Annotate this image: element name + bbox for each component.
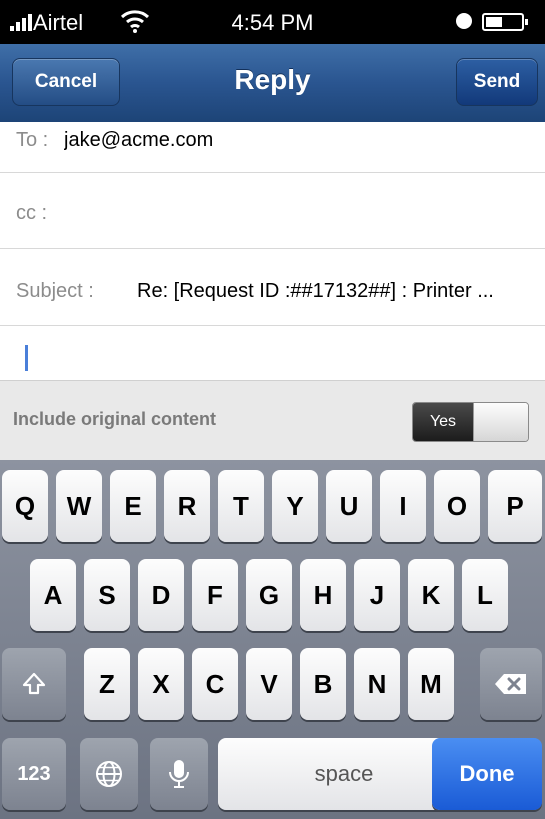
key-e[interactable]: E xyxy=(110,470,156,542)
shift-key[interactable] xyxy=(2,648,66,720)
toggle-on-label: Yes xyxy=(413,403,473,441)
status-bar: Airtel 4:54 PM xyxy=(0,0,545,44)
cc-label: cc : xyxy=(16,202,48,224)
key-k[interactable]: K xyxy=(408,559,454,631)
key-o[interactable]: O xyxy=(434,470,480,542)
shift-icon xyxy=(22,672,46,695)
microphone-icon xyxy=(169,760,189,788)
include-original-row: Include original content Yes xyxy=(0,380,545,461)
key-s[interactable]: S xyxy=(84,559,130,631)
include-original-toggle[interactable]: Yes xyxy=(412,402,529,442)
key-t[interactable]: T xyxy=(218,470,264,542)
key-z[interactable]: Z xyxy=(84,648,130,720)
key-x[interactable]: X xyxy=(138,648,184,720)
key-a[interactable]: A xyxy=(30,559,76,631)
numbers-key[interactable]: 123 xyxy=(2,738,66,810)
key-l[interactable]: L xyxy=(462,559,508,631)
key-m[interactable]: M xyxy=(408,648,454,720)
battery-icon xyxy=(482,13,528,31)
backspace-key[interactable] xyxy=(480,648,542,720)
key-n[interactable]: N xyxy=(354,648,400,720)
to-field[interactable]: To : jake@acme.com xyxy=(0,122,545,173)
globe-key[interactable] xyxy=(80,738,138,810)
key-v[interactable]: V xyxy=(246,648,292,720)
send-button[interactable]: Send xyxy=(456,58,538,106)
key-i[interactable]: I xyxy=(380,470,426,542)
key-d[interactable]: D xyxy=(138,559,184,631)
subject-label: Subject : xyxy=(16,280,94,302)
key-g[interactable]: G xyxy=(246,559,292,631)
globe-icon xyxy=(96,761,122,787)
subject-value[interactable]: Re: [Request ID :##17132##] : Printer ..… xyxy=(137,280,543,303)
key-b[interactable]: B xyxy=(300,648,346,720)
message-body[interactable] xyxy=(0,326,545,380)
to-label: To : xyxy=(16,129,49,151)
key-r[interactable]: R xyxy=(164,470,210,542)
nav-bar: Cancel Reply Send xyxy=(0,44,545,123)
key-j[interactable]: J xyxy=(354,559,400,631)
toggle-knob xyxy=(473,403,528,441)
key-q[interactable]: Q xyxy=(2,470,48,542)
backspace-icon xyxy=(495,674,526,694)
to-value[interactable]: jake@acme.com xyxy=(64,129,213,152)
key-c[interactable]: C xyxy=(192,648,238,720)
keyboard: Q W E R T Y U I O P A S D F G H J K L Z … xyxy=(0,460,545,819)
done-button[interactable]: Done xyxy=(432,738,542,810)
key-f[interactable]: F xyxy=(192,559,238,631)
key-h[interactable]: H xyxy=(300,559,346,631)
key-u[interactable]: U xyxy=(326,470,372,542)
key-w[interactable]: W xyxy=(56,470,102,542)
text-cursor xyxy=(25,345,28,371)
microphone-key[interactable] xyxy=(150,738,208,810)
key-y[interactable]: Y xyxy=(272,470,318,542)
cc-field[interactable]: cc : xyxy=(0,173,545,249)
subject-field[interactable]: Subject : Re: [Request ID :##17132##] : … xyxy=(0,249,545,326)
include-original-label: Include original content xyxy=(13,409,217,429)
lock-icon xyxy=(456,13,472,29)
key-p[interactable]: P xyxy=(488,470,542,542)
